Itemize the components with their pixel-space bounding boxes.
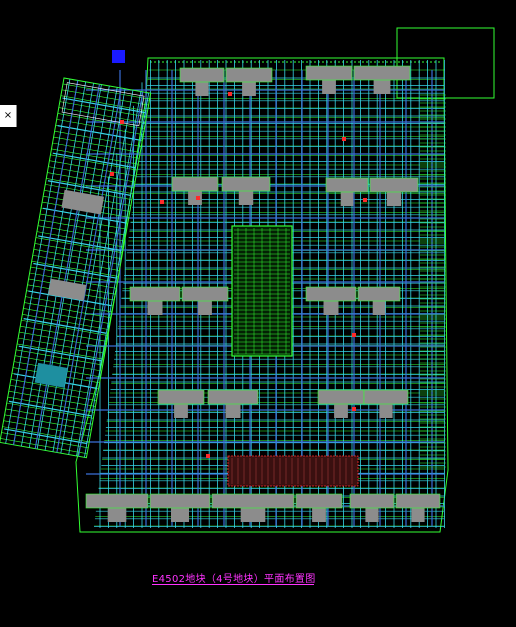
marker — [363, 198, 367, 202]
title-underline — [152, 584, 314, 585]
marker — [206, 454, 210, 458]
ucs-marker-icon — [112, 50, 125, 63]
marker — [160, 200, 164, 204]
marker — [352, 333, 356, 337]
drawing-title: E4502地块（4号地块）平面布置图 — [152, 574, 316, 585]
cad-viewport[interactable]: × E4502地块（4号地块）平面布置图 — [0, 0, 516, 627]
site-plan-drawing[interactable] — [0, 0, 516, 627]
close-icon[interactable]: × — [0, 105, 17, 127]
marker — [110, 172, 114, 176]
marker — [342, 137, 346, 141]
marker — [196, 196, 200, 200]
marker — [352, 407, 356, 411]
marker — [120, 120, 124, 124]
marker — [228, 92, 232, 96]
